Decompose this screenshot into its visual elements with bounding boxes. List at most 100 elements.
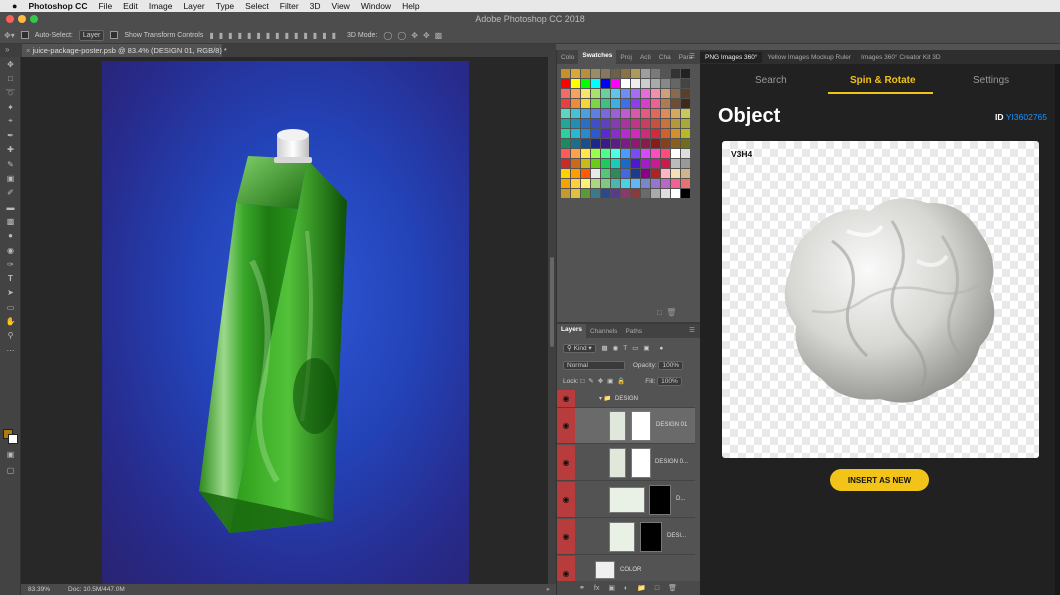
color-swatch[interactable] — [571, 99, 580, 108]
color-swatch[interactable] — [571, 159, 580, 168]
color-swatch[interactable] — [651, 79, 660, 88]
color-swatch[interactable] — [651, 149, 660, 158]
color-swatch[interactable] — [591, 159, 600, 168]
color-swatch[interactable] — [581, 129, 590, 138]
color-swatch[interactable] — [621, 99, 630, 108]
panel-menu-icon[interactable]: ☰ — [689, 52, 695, 60]
color-swatch[interactable] — [681, 89, 690, 98]
color-swatch[interactable] — [681, 119, 690, 128]
fx-icon[interactable]: fx — [594, 585, 599, 592]
color-swatch[interactable] — [591, 79, 600, 88]
color-swatch[interactable] — [571, 129, 580, 138]
color-swatch[interactable] — [611, 99, 620, 108]
zoom-level[interactable]: 83.39% — [28, 586, 50, 593]
color-swatch[interactable] — [671, 149, 680, 158]
color-swatch[interactable] — [631, 189, 640, 198]
color-swatch[interactable] — [661, 79, 670, 88]
tab-character[interactable]: Cha — [655, 52, 675, 63]
tab-properties[interactable]: Proj — [616, 52, 636, 63]
menu-layer[interactable]: Layer — [183, 1, 204, 11]
color-swatch[interactable] — [651, 159, 660, 168]
color-swatch[interactable] — [651, 99, 660, 108]
canvas-vertical-scrollbar[interactable] — [548, 57, 556, 584]
color-swatch[interactable] — [591, 179, 600, 188]
tab-color[interactable]: Colo — [557, 52, 578, 63]
color-swatch[interactable] — [601, 179, 610, 188]
color-swatch[interactable] — [621, 69, 630, 78]
color-swatch[interactable] — [581, 89, 590, 98]
filter-icons[interactable]: ▩◉T▭▣ — [601, 345, 654, 352]
color-swatch[interactable] — [611, 79, 620, 88]
color-swatch[interactable] — [681, 169, 690, 178]
color-swatch[interactable] — [631, 119, 640, 128]
color-swatch[interactable] — [561, 99, 570, 108]
color-swatch[interactable] — [661, 119, 670, 128]
color-swatch[interactable] — [641, 89, 650, 98]
app-name-menu[interactable]: Photoshop CC — [28, 1, 87, 11]
color-swatch[interactable] — [671, 79, 680, 88]
color-swatch[interactable] — [641, 169, 650, 178]
healing-tool-icon[interactable]: ✚ — [0, 143, 21, 157]
dodge-tool-icon[interactable]: ◉ — [0, 243, 21, 257]
menu-view[interactable]: View — [332, 1, 350, 11]
color-swatch[interactable] — [651, 139, 660, 148]
layer-name[interactable]: DESI... — [667, 533, 686, 539]
color-swatch[interactable] — [681, 149, 690, 158]
color-swatch[interactable] — [571, 189, 580, 198]
color-swatch[interactable] — [671, 109, 680, 118]
auto-select-dropdown[interactable]: Layer — [78, 29, 105, 41]
tab-mockup-ruler[interactable]: Yellow Images Mockup Ruler — [762, 52, 856, 63]
color-swatch[interactable] — [611, 109, 620, 118]
menu-filter[interactable]: Filter — [280, 1, 299, 11]
canvas-area[interactable] — [21, 57, 556, 584]
color-swatch[interactable] — [621, 109, 630, 118]
layer-name[interactable]: D... — [676, 496, 685, 502]
tab-swatches[interactable]: Swatches — [578, 50, 617, 64]
plugin-scrollbar[interactable] — [1055, 64, 1060, 595]
magic-wand-tool-icon[interactable]: ✦ — [0, 100, 21, 114]
color-swatch[interactable] — [661, 179, 670, 188]
color-swatch[interactable] — [641, 119, 650, 128]
color-swatch[interactable] — [621, 129, 630, 138]
menu-edit[interactable]: Edit — [123, 1, 138, 11]
3d-mode-icons[interactable]: ◯◯✥✥▩ — [383, 31, 447, 40]
pen-tool-icon[interactable]: ✑ — [0, 257, 21, 271]
color-swatch[interactable] — [571, 79, 580, 88]
color-swatch[interactable] — [641, 99, 650, 108]
color-swatch[interactable] — [661, 129, 670, 138]
color-swatch[interactable] — [671, 139, 680, 148]
color-swatch[interactable] — [601, 159, 610, 168]
layer-row[interactable]: ◉ DESI... — [557, 519, 695, 555]
color-swatch[interactable] — [681, 99, 690, 108]
color-swatch[interactable] — [621, 119, 630, 128]
layer-name[interactable]: COLOR — [620, 567, 641, 573]
insert-as-new-button[interactable]: INSERT AS NEW — [830, 469, 929, 491]
color-swatch[interactable] — [561, 139, 570, 148]
color-swatch[interactable] — [561, 89, 570, 98]
color-swatch[interactable] — [621, 169, 630, 178]
show-transform-checkbox[interactable] — [110, 31, 119, 39]
color-swatch[interactable] — [661, 159, 670, 168]
color-swatch[interactable] — [621, 89, 630, 98]
color-swatch[interactable] — [671, 159, 680, 168]
color-swatch[interactable] — [641, 139, 650, 148]
layer-row[interactable]: ◉ D... — [557, 482, 695, 518]
menu-help[interactable]: Help — [402, 1, 419, 11]
color-swatch[interactable] — [621, 189, 630, 198]
color-swatch[interactable] — [571, 169, 580, 178]
color-swatch[interactable] — [561, 169, 570, 178]
move-tool-icon[interactable]: ✥▾ — [4, 31, 15, 40]
color-swatch[interactable] — [641, 149, 650, 158]
color-swatch[interactable] — [601, 109, 610, 118]
brush-tool-icon[interactable]: ✎ — [0, 157, 21, 171]
color-swatch[interactable] — [591, 109, 600, 118]
color-swatch[interactable] — [571, 119, 580, 128]
menu-window[interactable]: Window — [361, 1, 391, 11]
color-swatch[interactable] — [641, 129, 650, 138]
menu-3d[interactable]: 3D — [310, 1, 321, 11]
blend-mode-dropdown[interactable]: Normal — [563, 361, 625, 370]
artboard[interactable] — [102, 61, 469, 584]
color-swatch[interactable] — [671, 89, 680, 98]
hand-tool-icon[interactable]: ✋ — [0, 314, 21, 328]
color-swatch[interactable] — [581, 149, 590, 158]
